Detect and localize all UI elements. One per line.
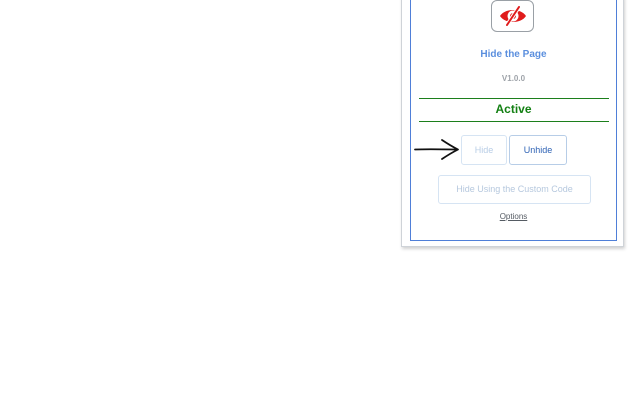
hide-custom-code-button[interactable]: Hide Using the Custom Code (438, 175, 591, 204)
status-divider-bottom (419, 121, 609, 122)
page-background: Hide the Page V1.0.0 Active Hide Unhide … (0, 0, 640, 400)
eye-slash-icon (499, 5, 526, 27)
extension-logo (491, 0, 534, 32)
popup-panel: Hide the Page V1.0.0 Active Hide Unhide … (410, 0, 617, 241)
unhide-button[interactable]: Unhide (509, 135, 567, 165)
options-link[interactable]: Options (411, 212, 616, 221)
hide-button[interactable]: Hide (461, 135, 507, 165)
extension-version: V1.0.0 (501, 74, 526, 83)
status-divider-top (419, 98, 609, 99)
extension-name: Hide the Page (480, 49, 547, 60)
arrow-right-icon (414, 139, 459, 160)
extension-popup: Hide the Page V1.0.0 Active Hide Unhide … (401, 0, 624, 247)
status-text: Active (495, 102, 532, 116)
